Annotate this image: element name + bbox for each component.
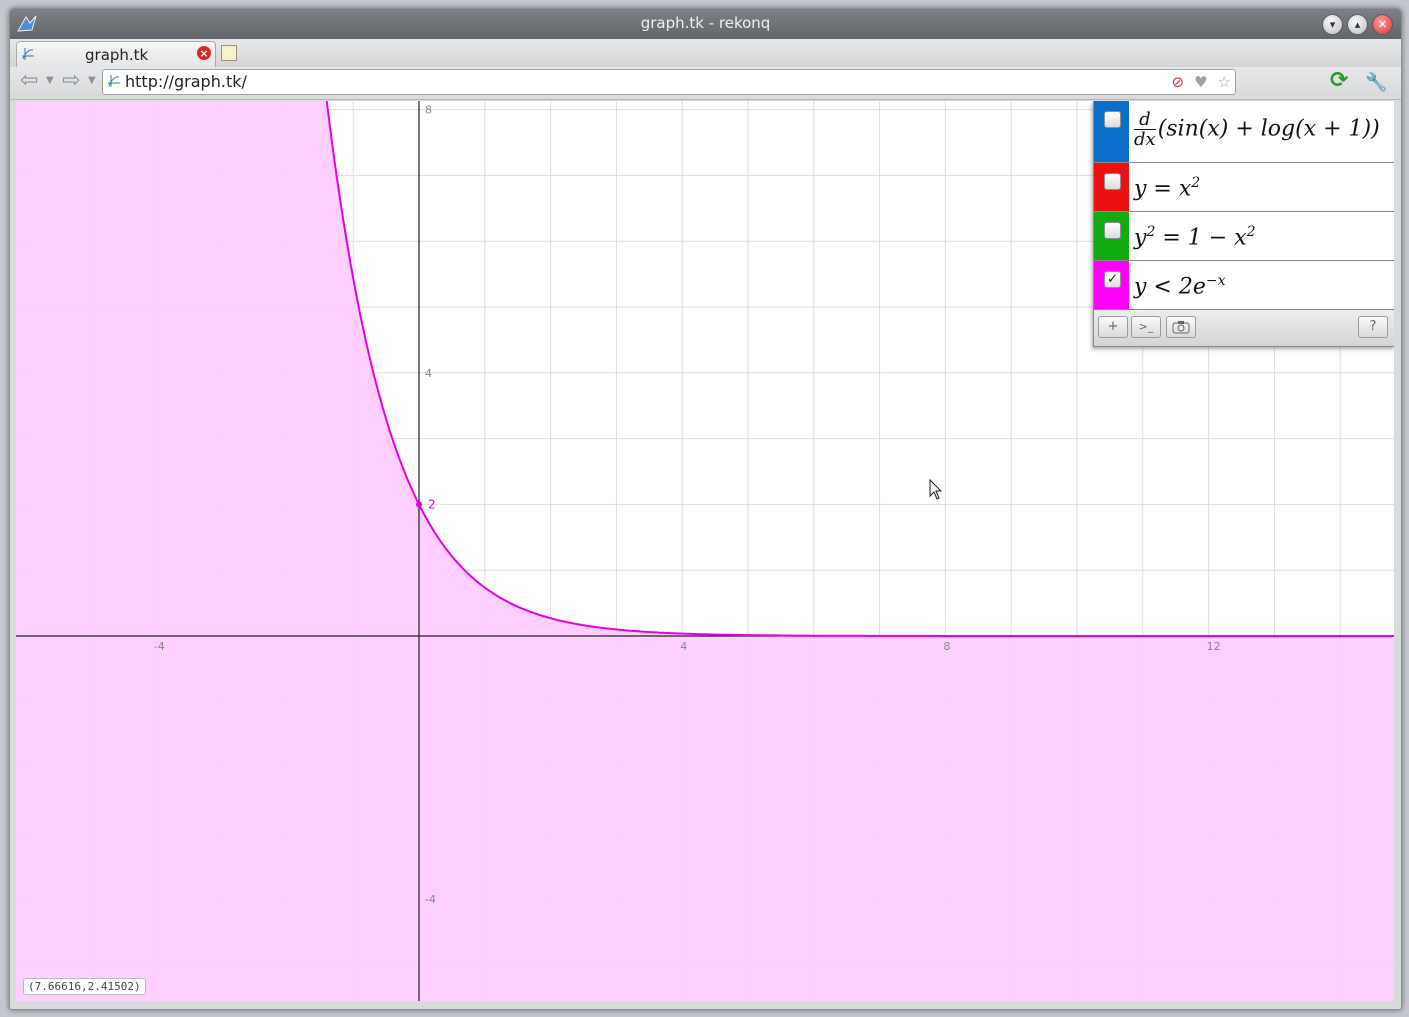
maximize-button[interactable]: ▴ — [1347, 14, 1368, 35]
function-expression[interactable]: d dx (sin(x) + log(x + 1)) — [1134, 110, 1380, 149]
tab-label: graph.tk — [85, 46, 149, 64]
url-text: http://graph.tk/ — [125, 72, 247, 91]
y-tick-label: -4 — [425, 893, 436, 906]
close-tab-icon[interactable]: × — [197, 46, 211, 60]
visibility-checkbox[interactable] — [1104, 111, 1121, 128]
tab-graph-tk[interactable]: graph.tk × — [16, 41, 216, 68]
graph-favicon-icon — [108, 75, 120, 87]
x-tick-label: 4 — [680, 640, 687, 653]
y-intercept-point — [416, 501, 422, 508]
y-tick-label: 8 — [425, 104, 432, 117]
visibility-checkbox-checked[interactable]: ✓ — [1104, 271, 1121, 288]
tools-wrench-icon[interactable]: 🔧 — [1365, 72, 1387, 93]
function-row-circle[interactable]: y2 = 1 − x2 — [1094, 212, 1394, 261]
function-panel: d dx (sin(x) + log(x + 1)) y = x2 y2 = 1 −… — [1093, 101, 1394, 347]
close-button[interactable]: ✕ — [1372, 14, 1393, 35]
navigation-toolbar: ⇦ ▼ ⇨ ▼ http://graph.tk/ ⊘ ♥ ☆ ⟳ 🔧 — [10, 67, 1401, 100]
tab-bar: graph.tk × — [10, 39, 1401, 68]
coordinate-readout: (7.66616,2.41502) — [23, 978, 146, 995]
camera-icon[interactable] — [1166, 316, 1196, 338]
back-history-dropdown-icon[interactable]: ▼ — [46, 75, 54, 86]
x-tick-label: 8 — [943, 640, 950, 653]
function-expression[interactable]: y2 = 1 − x2 — [1134, 224, 1256, 250]
browser-window: graph.tk - rekonq ▾ ▴ ✕ graph.tk × ⇦ ▼ ⇨… — [9, 8, 1402, 1010]
minimize-button[interactable]: ▾ — [1322, 14, 1343, 35]
title-bar[interactable]: graph.tk - rekonq ▾ ▴ ✕ — [10, 9, 1401, 39]
back-arrow-icon[interactable]: ⇦ — [20, 70, 38, 92]
reload-icon[interactable]: ⟳ — [1330, 70, 1348, 92]
adblock-icon[interactable]: ⊘ — [1172, 73, 1185, 91]
forward-arrow-icon[interactable]: ⇨ — [62, 70, 80, 92]
color-swatch[interactable] — [1094, 101, 1129, 162]
color-swatch[interactable]: ✓ — [1094, 261, 1129, 309]
y-intercept-label: 2 — [428, 497, 436, 511]
x-tick-label: -4 — [154, 640, 165, 653]
forward-history-dropdown-icon[interactable]: ▼ — [88, 75, 96, 86]
mouse-pointer-icon — [929, 479, 943, 500]
window-title: graph.tk - rekonq — [640, 14, 771, 32]
function-expression[interactable]: y < 2e−x — [1134, 273, 1226, 299]
color-swatch[interactable] — [1094, 163, 1129, 211]
function-row-parabola[interactable]: y = x2 — [1094, 163, 1394, 212]
graph-favicon-icon — [22, 48, 34, 60]
visibility-checkbox[interactable] — [1104, 222, 1121, 239]
visibility-checkbox[interactable] — [1104, 173, 1121, 190]
new-tab-icon[interactable] — [221, 45, 237, 61]
star-icon[interactable]: ☆ — [1218, 73, 1231, 91]
function-expression[interactable]: y = x2 — [1134, 175, 1200, 201]
address-bar[interactable]: http://graph.tk/ ⊘ ♥ ☆ — [102, 69, 1236, 95]
bookmark-heart-icon[interactable]: ♥ — [1194, 73, 1207, 91]
x-tick-label: 12 — [1207, 640, 1221, 653]
graph-viewport[interactable]: -4 4 8 12 8 4 -4 2 (7.66616,2.41502) d dx (sin(x… — [16, 101, 1394, 1001]
color-swatch[interactable] — [1094, 212, 1129, 260]
panel-toolbar: + >_ ? — [1094, 310, 1394, 346]
y-tick-label: 4 — [425, 367, 432, 380]
function-row-derivative[interactable]: d dx (sin(x) + log(x + 1)) — [1094, 101, 1394, 163]
help-button[interactable]: ? — [1358, 316, 1388, 338]
function-row-inequality[interactable]: ✓ y < 2e−x — [1094, 261, 1394, 310]
add-function-button[interactable]: + — [1098, 316, 1128, 338]
console-button[interactable]: >_ — [1131, 316, 1161, 338]
